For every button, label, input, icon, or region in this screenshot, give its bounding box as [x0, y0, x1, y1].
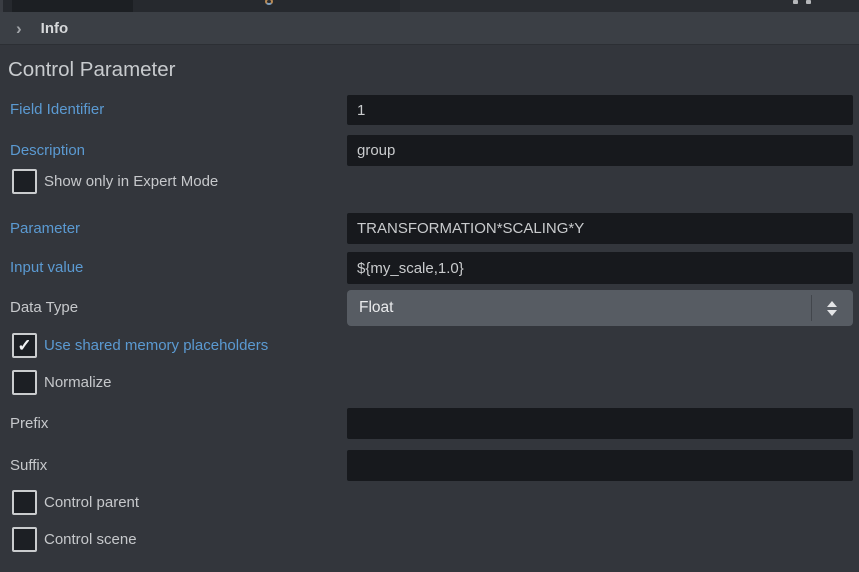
- shared-memory-checkbox[interactable]: ✓: [12, 333, 37, 358]
- parameter-label: Parameter: [10, 213, 80, 244]
- tab-active[interactable]: [12, 0, 133, 12]
- parameter-input[interactable]: [347, 213, 853, 244]
- dropdown-separator: [811, 295, 812, 321]
- normalize-checkbox-label[interactable]: Normalize: [44, 370, 112, 395]
- suffix-label: Suffix: [10, 450, 47, 481]
- spinner-up-icon[interactable]: [827, 301, 837, 307]
- description-input[interactable]: [347, 135, 853, 166]
- page-title: Control Parameter: [8, 58, 175, 82]
- tab-bar-left-edge: [0, 0, 3, 12]
- expert-mode-checkbox-label[interactable]: Show only in Expert Mode: [44, 169, 218, 194]
- tab-bar: [0, 0, 859, 12]
- checkbox-row-control-parent[interactable]: Control parent: [0, 490, 859, 515]
- expert-mode-checkbox[interactable]: [12, 169, 37, 194]
- prefix-input[interactable]: [347, 408, 853, 439]
- input-value-input[interactable]: [347, 252, 853, 284]
- control-scene-checkbox-label[interactable]: Control scene: [44, 527, 137, 552]
- prefix-label: Prefix: [10, 408, 48, 439]
- shared-memory-checkbox-label[interactable]: Use shared memory placeholders: [44, 333, 268, 358]
- checkbox-row-shared-memory[interactable]: ✓ Use shared memory placeholders: [0, 333, 859, 358]
- data-type-dropdown[interactable]: Float: [347, 290, 853, 326]
- control-parent-checkbox-label[interactable]: Control parent: [44, 490, 139, 515]
- tab-label-descender-glyph: [265, 0, 273, 5]
- normalize-checkbox[interactable]: [12, 370, 37, 395]
- control-scene-checkbox[interactable]: [12, 527, 37, 552]
- tab-bar-right-glyph-1: [793, 0, 798, 4]
- field-identifier-label: Field Identifier: [10, 95, 104, 125]
- suffix-input[interactable]: [347, 450, 853, 481]
- data-type-selected-value: Float: [359, 290, 393, 326]
- checkbox-row-control-scene[interactable]: Control scene: [0, 527, 859, 552]
- field-identifier-input[interactable]: [347, 95, 853, 125]
- input-value-label: Input value: [10, 252, 83, 284]
- tab-bar-right-segment: [400, 0, 859, 12]
- info-section-header[interactable]: › Info: [0, 12, 859, 45]
- info-section-label: Info: [41, 20, 69, 37]
- data-type-spinner[interactable]: [825, 290, 839, 326]
- checkbox-row-expert-mode[interactable]: Show only in Expert Mode: [0, 169, 859, 194]
- checkmark-icon: ✓: [17, 337, 31, 354]
- description-label: Description: [10, 135, 85, 166]
- data-type-label: Data Type: [10, 290, 78, 326]
- checkbox-row-normalize[interactable]: Normalize: [0, 370, 859, 395]
- chevron-right-icon[interactable]: ›: [16, 20, 22, 37]
- control-parent-checkbox[interactable]: [12, 490, 37, 515]
- spinner-down-icon[interactable]: [827, 310, 837, 316]
- tab-bar-right-glyph-2: [806, 0, 811, 4]
- control-parameter-panel: › Info Control Parameter Field Identifie…: [0, 0, 859, 572]
